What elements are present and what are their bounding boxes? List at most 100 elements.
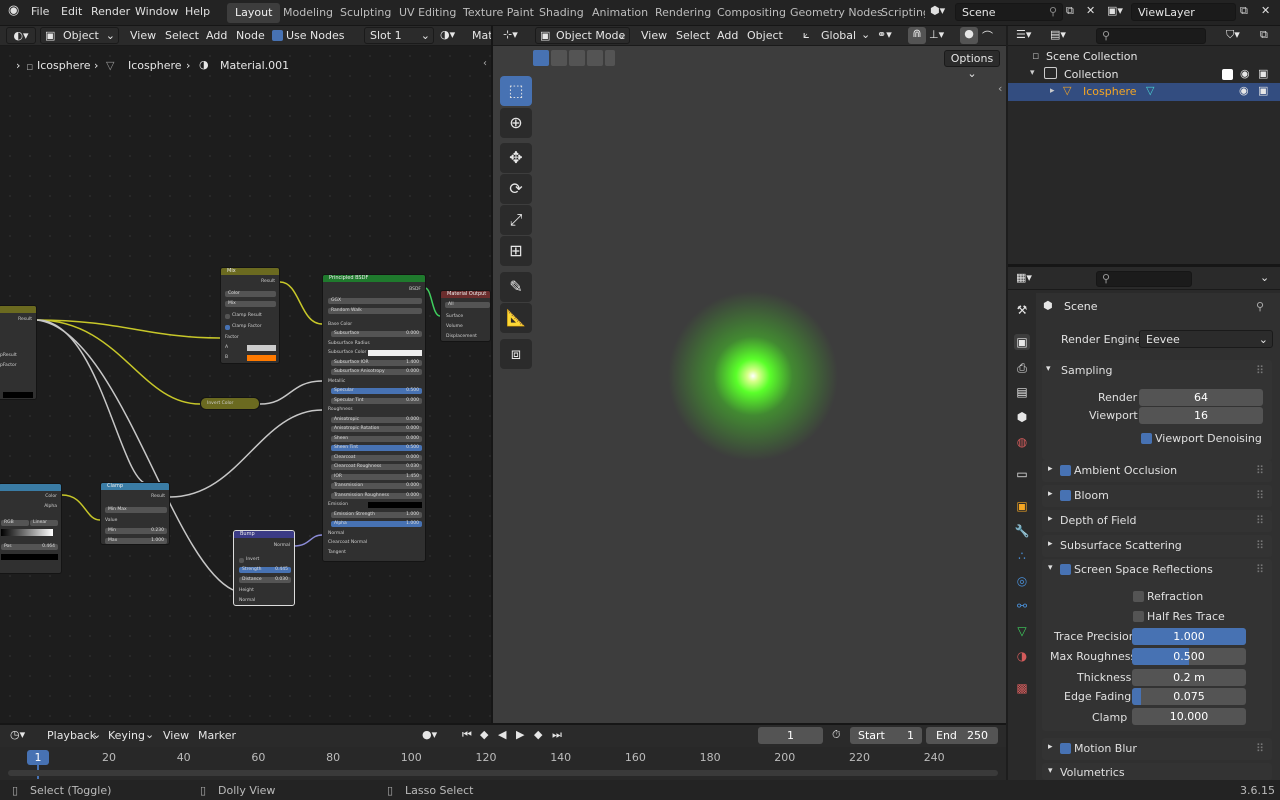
sidebar-toggle-icon[interactable]: ‹ [998, 82, 1002, 95]
orientation-dropdown[interactable]: Global [821, 29, 856, 42]
viewport-3d[interactable] [493, 26, 1006, 723]
falloff-icon[interactable]: ⌒ [982, 28, 993, 44]
render-samples-field[interactable]: 64 [1139, 389, 1263, 406]
render-engine-dropdown[interactable]: Eevee ⌄ [1139, 330, 1273, 348]
ambient-occlusion-checkbox[interactable] [1060, 465, 1071, 476]
constraints-tab-icon[interactable]: ⚯ [1014, 598, 1030, 614]
display-mode-icon[interactable]: ▤▾ [1050, 28, 1066, 41]
proportional-edit-icon[interactable]: ● [960, 27, 978, 44]
invert-checkbox[interactable] [239, 558, 244, 563]
remove-view-layer-icon[interactable]: ✕ [1261, 4, 1270, 17]
scale-tool-icon[interactable]: ⤢ [500, 205, 532, 235]
particles-tab-icon[interactable]: ∴ [1014, 548, 1030, 564]
motion-blur-checkbox[interactable] [1060, 743, 1071, 754]
select-box-tool-icon[interactable]: ⬚ [500, 76, 532, 106]
view-layer-tab-icon[interactable]: ▤ [1014, 384, 1030, 400]
select-intersect-icon[interactable] [605, 50, 615, 66]
viewport-menu-object[interactable]: Object [747, 29, 783, 42]
measure-tool-icon[interactable]: 📐 [500, 303, 532, 333]
jump-end-icon[interactable]: ⏭ [552, 728, 562, 742]
motion-blur-panel[interactable]: ▸ Motion Blur ⠿ [1042, 738, 1272, 760]
thickness-field[interactable]: 0.2 m [1132, 669, 1246, 686]
drag-handle-icon[interactable]: ⠿ [1256, 539, 1264, 552]
edge-fading-slider[interactable]: 0.075 [1132, 688, 1246, 705]
drag-handle-icon[interactable]: ⠿ [1256, 514, 1264, 527]
drag-handle-icon[interactable]: ⠿ [1256, 742, 1264, 755]
snap-target-icon[interactable]: ⊥▾ [929, 28, 944, 41]
drag-handle-icon[interactable]: ⠿ [1256, 489, 1264, 502]
new-collection-icon[interactable]: ⧉ [1260, 28, 1268, 42]
node-partial-left[interactable]: Result pResult pFactor [0, 305, 37, 400]
bsdf-row[interactable]: Sheen Tint 0.500 [331, 445, 422, 451]
snap-icon[interactable]: ⋒ [908, 27, 926, 44]
remove-scene-icon[interactable]: ✕ [1086, 4, 1095, 17]
viewport-menu-select[interactable]: Select [676, 29, 710, 42]
node-clamp[interactable]: Clamp Result Min Max Value Min 0.230 Max… [100, 482, 170, 545]
eye-icon[interactable]: ◉ [1240, 67, 1250, 80]
mix-type-dropdown[interactable]: Color [225, 291, 276, 297]
drag-handle-icon[interactable]: ⠿ [1256, 464, 1264, 477]
tool-tab-icon[interactable]: ⚒ [1014, 302, 1030, 318]
drag-handle-icon[interactable]: ⠿ [1256, 364, 1264, 377]
bsdf-row[interactable]: Clearcoat Roughness 0.030 [331, 464, 422, 470]
ramp-pos-field[interactable]: Pos 0.464 [1, 544, 58, 550]
stopwatch-icon[interactable]: ⏱ [832, 728, 841, 742]
view-layer-field[interactable]: ViewLayer [1131, 3, 1236, 21]
mesh-data-icon[interactable]: ▽ [1146, 84, 1154, 97]
play-reverse-icon[interactable]: ◀ [498, 728, 506, 741]
new-scene-icon[interactable]: ⧉ [1066, 4, 1074, 18]
select-subtract-icon[interactable] [569, 50, 585, 66]
output-target-dropdown[interactable]: All [445, 302, 490, 308]
bloom-panel[interactable]: ▸ Bloom ⠿ [1042, 485, 1272, 507]
record-icon[interactable]: ●▾ [422, 728, 437, 741]
view-layer-icon[interactable]: ▣▾ [1107, 4, 1123, 17]
outliner-icosphere-row[interactable]: ▸ ▽ Icosphere ▽ ◉ ▣ [1008, 83, 1280, 101]
viewport-denoising-checkbox[interactable] [1141, 433, 1152, 444]
next-keyframe-icon[interactable]: ◆ [534, 728, 542, 741]
sss-method-dropdown[interactable]: Random Walk [328, 308, 422, 314]
bsdf-row[interactable]: Anisotropic Rotation 0.000 [331, 426, 422, 432]
bsdf-row[interactable]: Specular 0.500 [331, 388, 422, 394]
bump-strength-field[interactable]: Strength 0.445 [239, 567, 291, 573]
rotate-tool-icon[interactable]: ⟳ [500, 174, 532, 204]
physics-tab-icon[interactable]: ◎ [1014, 573, 1030, 589]
end-frame-field[interactable]: End 250 [926, 727, 998, 744]
bsdf-row[interactable]: Anisotropic 0.000 [331, 416, 422, 423]
camera-icon[interactable]: ▣ [1258, 84, 1268, 97]
transform-orientation-icon[interactable]: ⟀ [803, 28, 810, 42]
half-res-trace-checkbox[interactable] [1133, 611, 1144, 622]
move-tool-icon[interactable]: ✥ [500, 143, 532, 173]
timeline-view-menu[interactable]: View [163, 729, 189, 742]
mode-dropdown[interactable]: ▣ Object Mode ⌄ [535, 27, 630, 44]
modifier-tab-icon[interactable]: 🔧 [1014, 523, 1030, 539]
current-frame-field[interactable]: 1 [758, 727, 823, 744]
ramp-gradient[interactable] [1, 529, 53, 536]
sidebar-toggle-icon[interactable]: ‹ [483, 58, 487, 69]
playhead[interactable]: 1 [27, 750, 49, 765]
viewport-menu-view[interactable]: View [641, 29, 667, 42]
start-frame-field[interactable]: Start 1 [850, 727, 922, 744]
bsdf-row[interactable]: Transmission 0.000 [331, 483, 422, 489]
bump-distance-field[interactable]: Distance 0.030 [239, 577, 291, 583]
jump-start-icon[interactable]: ⏮ [462, 728, 472, 742]
clamp-min-field[interactable]: Min 0.230 [105, 528, 167, 534]
keying-menu[interactable]: Keying [108, 729, 145, 742]
drag-handle-icon[interactable]: ⠿ [1256, 563, 1264, 576]
properties-search[interactable]: ⚲ [1096, 271, 1192, 287]
cursor-tool-icon[interactable]: ⊕ [500, 108, 532, 138]
ramp-mode-dropdown[interactable]: RGB [1, 520, 29, 526]
viewport-samples-field[interactable]: 16 [1139, 407, 1263, 424]
exclude-checkbox[interactable] [1222, 69, 1233, 80]
add-cube-tool-icon[interactable]: ⧈ [500, 339, 532, 369]
new-view-layer-icon[interactable]: ⧉ [1240, 4, 1248, 18]
outliner-search[interactable]: ⚲ [1096, 28, 1206, 44]
node-mix[interactable]: Mix Result Color Mix Clamp Result Clamp … [220, 267, 280, 364]
filter-icon[interactable]: ⛉▾ [1226, 28, 1240, 42]
color-b-swatch[interactable] [247, 355, 276, 361]
trace-precision-slider[interactable]: 1.000 [1132, 628, 1246, 645]
max-roughness-slider[interactable]: 0.500 [1132, 648, 1246, 665]
editor-type-icon[interactable]: ☰▾ [1016, 28, 1031, 41]
refraction-checkbox[interactable] [1133, 591, 1144, 602]
bsdf-row[interactable]: Sheen 0.000 [331, 435, 422, 442]
node-invert-color[interactable]: Invert Color [200, 397, 260, 410]
